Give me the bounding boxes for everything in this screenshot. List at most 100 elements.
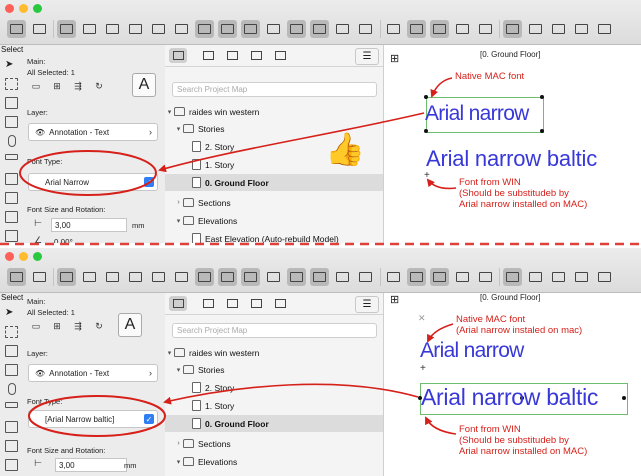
selection-handle[interactable]	[424, 129, 428, 133]
dimension-tool-button[interactable]	[333, 20, 352, 38]
abc-text-tool-button[interactable]	[430, 20, 449, 38]
hatch-tool-button[interactable]	[195, 268, 214, 286]
column-tool-button[interactable]	[103, 20, 122, 38]
label-tool-button[interactable]	[384, 20, 403, 38]
search-input[interactable]: Search Project Map	[172, 82, 377, 97]
tree-item-sections[interactable]: › Sections	[165, 194, 392, 211]
column-tool[interactable]	[8, 135, 16, 147]
figure-tool-button[interactable]	[503, 268, 522, 286]
zoom-window-button[interactable]	[33, 252, 42, 261]
tree-item-story-2[interactable]: 2. Story	[165, 138, 410, 155]
railing-tool-button[interactable]	[172, 268, 191, 286]
dimension-tool-button[interactable]	[333, 268, 352, 286]
rotate-icon[interactable]: ↻	[90, 80, 108, 93]
wall-tool-button[interactable]	[57, 268, 76, 286]
marquee-tool[interactable]	[5, 326, 18, 338]
object-tool-button[interactable]	[241, 268, 260, 286]
tree-item-ground-floor[interactable]: 0. Ground Floor	[165, 415, 383, 432]
arrange-icon[interactable]: ⇶	[69, 80, 87, 93]
beam-tool[interactable]	[5, 154, 18, 160]
mesh-tool-button[interactable]	[264, 268, 283, 286]
roof-tool[interactable]	[5, 173, 18, 185]
marquee-tool[interactable]	[5, 78, 18, 90]
drawing-tool-button[interactable]	[526, 20, 545, 38]
text-tool-button[interactable]	[407, 20, 426, 38]
tree-item-elevations[interactable]: ▾ Elevations	[165, 453, 392, 470]
minimize-window-button[interactable]	[19, 4, 28, 13]
style-icon[interactable]: ⊞	[48, 80, 66, 93]
stair-tool-button[interactable]	[149, 20, 168, 38]
abc-text-tool-button[interactable]	[430, 268, 449, 286]
tree-item-story-1[interactable]: 1. Story	[165, 156, 410, 173]
level-tool-button[interactable]	[356, 268, 375, 286]
layout-tool-button[interactable]	[30, 20, 49, 38]
wall-tool[interactable]	[5, 97, 18, 109]
hatch-tool-button[interactable]	[195, 20, 214, 38]
camera-tool-button[interactable]	[287, 20, 306, 38]
grid-view-icon[interactable]: ⊞	[390, 52, 399, 65]
layer-field[interactable]: 👁 Annotation - Text ›	[28, 364, 158, 382]
window-tool[interactable]	[5, 440, 18, 452]
canvas-text-arial-narrow[interactable]: Arial narrow	[425, 102, 529, 126]
level-tool-button[interactable]	[356, 20, 375, 38]
window-tool-button[interactable]	[310, 268, 329, 286]
beam-tool-button[interactable]	[80, 268, 99, 286]
arrow-tool[interactable]: ➤	[5, 307, 18, 319]
roof-tool[interactable]	[5, 421, 18, 433]
arc-tool-button[interactable]	[476, 268, 495, 286]
tree-item-story-1[interactable]: 1. Story	[165, 397, 410, 414]
zone-tool[interactable]	[5, 230, 18, 242]
slab-tool-button[interactable]	[126, 268, 145, 286]
tree-item-project[interactable]: ▾ raides win western	[165, 344, 383, 361]
canvas-text-arial-narrow[interactable]: Arial narrow	[420, 339, 524, 363]
tree-item-east-elevation[interactable]: East Elevation (Auto-rebuild Model)	[165, 230, 410, 243]
detail-tool-button[interactable]	[549, 268, 568, 286]
selection-handle[interactable]	[540, 129, 544, 133]
canvas-text-arial-narrow-baltic[interactable]: Arial narrow baltic	[426, 146, 597, 172]
tree-item-stories[interactable]: ▾ Stories	[165, 361, 392, 378]
zoom-window-button[interactable]	[33, 4, 42, 13]
font-size-field[interactable]: 3,00	[55, 458, 127, 472]
grid-tool[interactable]	[5, 459, 18, 471]
railing-tool-button[interactable]	[172, 20, 191, 38]
close-window-button[interactable]	[5, 4, 14, 13]
arc-tool-button[interactable]	[476, 20, 495, 38]
camera-tool-button[interactable]	[287, 268, 306, 286]
detail-tool-button[interactable]	[549, 20, 568, 38]
minimize-window-button[interactable]	[19, 252, 28, 261]
layout-tool-button[interactable]	[30, 268, 49, 286]
figure-tool-button[interactable]	[503, 20, 522, 38]
navigator-menu-button[interactable]: ☰	[355, 48, 379, 65]
rotate-icon[interactable]: ↻	[90, 320, 108, 333]
project-map-tab[interactable]	[169, 48, 187, 63]
column-tool-button[interactable]	[103, 268, 122, 286]
text-tool-button[interactable]	[407, 268, 426, 286]
selection-handle[interactable]	[424, 95, 428, 99]
arrow-tool[interactable]: ➤	[5, 59, 18, 71]
project-map-tab[interactable]	[169, 296, 187, 311]
wall-tool[interactable]	[5, 345, 18, 357]
arrange-icon[interactable]: ⇶	[69, 320, 87, 333]
organizer-tab[interactable]	[271, 48, 289, 63]
navigator-menu-button[interactable]: ☰	[355, 296, 379, 313]
zone-tool-button[interactable]	[218, 20, 237, 38]
worksheet-tool-button[interactable]	[572, 20, 591, 38]
slab-tool[interactable]	[5, 116, 18, 128]
line-tool-button[interactable]	[453, 268, 472, 286]
search-input[interactable]: Search Project Map	[172, 323, 377, 338]
layer-field[interactable]: 👁 Annotation - Text ›	[28, 123, 158, 141]
window-tool[interactable]	[5, 192, 18, 204]
wall-tool-button[interactable]	[57, 20, 76, 38]
grid-view-icon[interactable]: ⊞	[390, 293, 399, 306]
settings-button[interactable]	[595, 268, 614, 286]
dropdown-arrow-icon[interactable]: ✓	[144, 414, 154, 424]
publisher-tab[interactable]	[247, 48, 265, 63]
font-size-field[interactable]: 3,00	[51, 218, 127, 232]
layout-book-tab[interactable]	[223, 296, 241, 311]
object-tool-button[interactable]	[241, 20, 260, 38]
beam-tool[interactable]	[5, 402, 18, 408]
label-tool-button[interactable]	[384, 268, 403, 286]
pointer-tool-button[interactable]	[7, 268, 26, 286]
publisher-tab[interactable]	[247, 296, 265, 311]
settings-button[interactable]	[595, 20, 614, 38]
